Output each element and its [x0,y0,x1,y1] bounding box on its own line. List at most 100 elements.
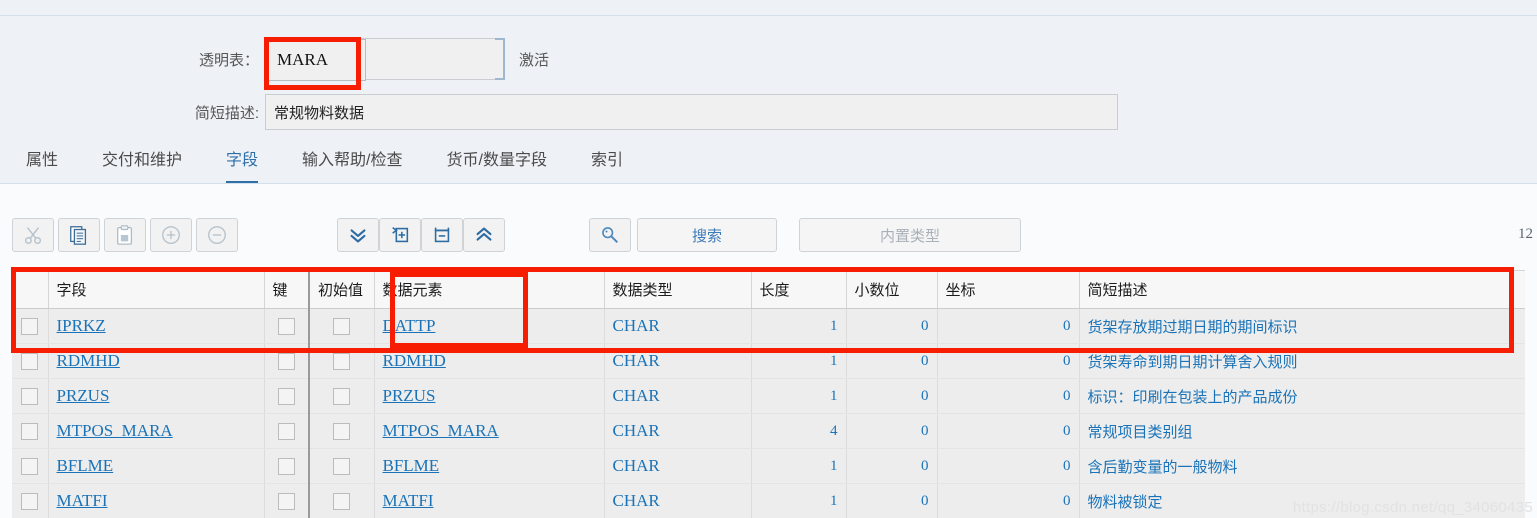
data-element-link[interactable]: MATFI [383,491,434,510]
data-element-link[interactable]: DATTP [383,316,436,335]
column-header-initial[interactable]: 初始值 [309,270,375,309]
chevron-double-up-icon-button[interactable] [463,218,505,252]
tab-3[interactable]: 输入帮助/检查 [280,138,424,184]
chevron-double-down-icon-button[interactable] [337,218,379,252]
column-header-key[interactable]: 键 [264,270,310,309]
initial-value-checkbox[interactable] [333,387,351,405]
initial-value-checkbox[interactable] [333,457,351,475]
cell-data-element[interactable]: MTPOS_MARA [374,413,605,449]
cell-initial-value[interactable] [309,308,375,344]
tab-5[interactable]: 索引 [569,138,645,184]
column-header-decimals[interactable]: 小数位 [846,270,938,309]
paste-icon-button[interactable] [104,218,146,252]
key-checkbox[interactable] [277,317,295,335]
row-select-cell[interactable] [12,448,49,484]
column-header-data-element[interactable]: 数据元素 [374,270,605,309]
cell-key[interactable] [264,343,310,379]
field-link[interactable]: PRZUS [57,386,110,405]
initial-value-checkbox[interactable] [333,492,351,510]
cell-data-type: CHAR [604,308,752,344]
cell-coord: 0 [937,448,1080,484]
table-row[interactable]: IPRKZ DATTP CHAR 1 0 0 货架存放期过期日期的期间标识 [12,308,1525,344]
cell-field[interactable]: MTPOS_MARA [48,413,265,449]
add-row-icon-button[interactable] [150,218,192,252]
cell-key[interactable] [264,413,310,449]
column-header-short-desc[interactable]: 简短描述 [1079,270,1525,309]
cut-icon-button[interactable] [12,218,54,252]
field-link[interactable]: RDMHD [57,351,120,370]
cell-key[interactable] [264,483,310,518]
row-select-checkbox[interactable] [21,352,39,370]
cell-length: 1 [751,378,847,414]
row-select-cell[interactable] [12,343,49,379]
cell-field[interactable]: BFLME [48,448,265,484]
data-element-link[interactable]: RDMHD [383,351,446,370]
cell-initial-value[interactable] [309,413,375,449]
chevron-double-up-icon [473,224,495,246]
cell-key[interactable] [264,308,310,344]
search-button[interactable]: 搜索 [637,218,777,252]
cell-field[interactable]: IPRKZ [48,308,265,344]
table-row[interactable]: RDMHD RDMHD CHAR 1 0 0 货架寿命到期日期计算舍入规则 [12,343,1525,379]
cell-initial-value[interactable] [309,343,375,379]
transparent-table-input[interactable]: MARA [266,39,366,81]
key-checkbox[interactable] [277,422,295,440]
cell-field[interactable]: PRZUS [48,378,265,414]
row-select-cell[interactable] [12,308,49,344]
field-link[interactable]: BFLME [57,456,114,475]
initial-value-checkbox[interactable] [333,352,351,370]
column-header-data-type[interactable]: 数据类型 [604,270,752,309]
field-link[interactable]: MATFI [57,491,108,510]
initial-value-checkbox[interactable] [333,317,351,335]
key-checkbox[interactable] [277,387,295,405]
column-header-field[interactable]: 字段 [48,270,265,309]
row-select-cell[interactable] [12,378,49,414]
row-select-checkbox[interactable] [21,317,39,335]
short-description-input[interactable]: 常规物料数据 [265,94,1118,130]
cell-field[interactable]: RDMHD [48,343,265,379]
cell-key[interactable] [264,448,310,484]
row-select-checkbox[interactable] [21,387,39,405]
cell-key[interactable] [264,378,310,414]
column-header-length[interactable]: 长度 [751,270,847,309]
transparent-table-outer-field[interactable]: MARA [265,38,505,81]
select-all-header[interactable] [12,270,49,309]
cell-initial-value[interactable] [309,483,375,518]
tab-4[interactable]: 货币/数量字段 [425,138,569,184]
key-checkbox[interactable] [277,457,295,475]
delete-row-icon-button[interactable] [421,218,463,252]
cell-initial-value[interactable] [309,448,375,484]
cell-data-element[interactable]: MATFI [374,483,605,518]
initial-value-checkbox[interactable] [333,422,351,440]
row-select-checkbox[interactable] [21,457,39,475]
cell-data-element[interactable]: BFLME [374,448,605,484]
row-select-cell[interactable] [12,483,49,518]
key-checkbox[interactable] [277,352,295,370]
data-element-link[interactable]: PRZUS [383,386,436,405]
tab-0[interactable]: 属性 [4,138,80,184]
tab-2[interactable]: 字段 [204,138,280,184]
row-select-cell[interactable] [12,413,49,449]
table-row[interactable]: PRZUS PRZUS CHAR 1 0 0 标识：印刷在包装上的产品成份 [12,378,1525,414]
cell-initial-value[interactable] [309,378,375,414]
data-element-link[interactable]: BFLME [383,456,440,475]
key-checkbox[interactable] [277,492,295,510]
field-link[interactable]: MTPOS_MARA [57,421,173,440]
search-icon-button[interactable] [589,218,631,252]
copy-icon-button[interactable] [58,218,100,252]
row-select-checkbox[interactable] [21,422,39,440]
table-row[interactable]: MTPOS_MARA MTPOS_MARA CHAR 4 0 0 常规项目类别组 [12,413,1525,449]
column-header-coord[interactable]: 坐标 [937,270,1080,309]
row-select-checkbox[interactable] [21,492,39,510]
magnifier-icon [599,224,621,246]
remove-row-icon-button[interactable] [196,218,238,252]
cell-data-element[interactable]: RDMHD [374,343,605,379]
cell-field[interactable]: MATFI [48,483,265,518]
insert-row-icon-button[interactable] [379,218,421,252]
table-row[interactable]: BFLME BFLME CHAR 1 0 0 含后勤变量的一般物料 [12,448,1525,484]
tab-1[interactable]: 交付和维护 [80,138,204,184]
cell-data-element[interactable]: PRZUS [374,378,605,414]
field-link[interactable]: IPRKZ [57,316,106,335]
data-element-link[interactable]: MTPOS_MARA [383,421,499,440]
cell-data-element[interactable]: DATTP [374,308,605,344]
